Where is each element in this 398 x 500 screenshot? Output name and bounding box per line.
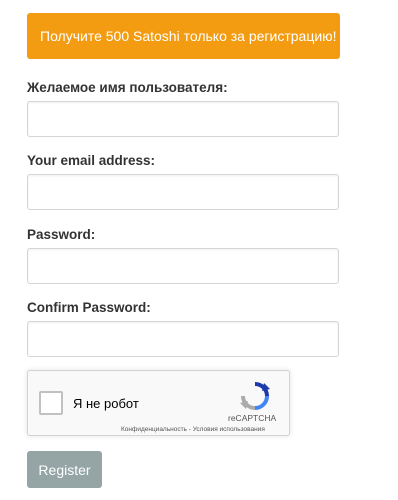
username-label: Желаемое имя пользователя: xyxy=(27,80,228,95)
confirm-password-input[interactable] xyxy=(27,321,339,357)
confirm-password-label: Confirm Password: xyxy=(27,300,151,315)
recaptcha-terms-link[interactable]: Условия использования xyxy=(193,426,265,433)
recaptcha-brand: reCAPTCHA xyxy=(228,413,277,423)
register-button[interactable]: Register xyxy=(27,451,102,488)
recaptcha-widget: Я не робот reCAPTCHA Конфиденциальность … xyxy=(27,370,290,436)
recaptcha-checkbox[interactable] xyxy=(39,391,63,415)
username-input[interactable] xyxy=(27,101,339,137)
recaptcha-footer: Конфиденциальность - Условия использован… xyxy=(121,426,265,433)
email-input[interactable] xyxy=(27,174,339,210)
password-label: Password: xyxy=(27,227,96,242)
promo-text: Получите 500 Satoshi только за регистрац… xyxy=(40,28,337,44)
recaptcha-privacy-link[interactable]: Конфиденциальность xyxy=(121,426,187,433)
password-input[interactable] xyxy=(27,248,339,284)
email-label: Your email address: xyxy=(27,153,156,168)
recaptcha-label: Я не робот xyxy=(73,396,139,411)
recaptcha-logo-icon xyxy=(240,382,270,410)
promo-banner: Получите 500 Satoshi только за регистрац… xyxy=(27,13,340,59)
